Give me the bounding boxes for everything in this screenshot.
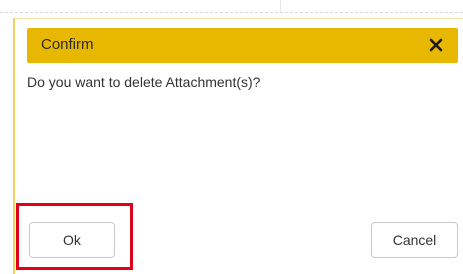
close-icon [429,38,443,52]
dialog-message: Do you want to delete Attachment(s)? [27,74,261,90]
close-button[interactable] [426,35,446,55]
cancel-button[interactable]: Cancel [371,222,458,258]
background-tick [280,0,281,12]
dialog-title-bar: Confirm [27,28,458,63]
ok-button[interactable]: Ok [29,222,115,258]
background-divider [0,12,463,13]
dialog-title: Confirm [41,36,94,53]
